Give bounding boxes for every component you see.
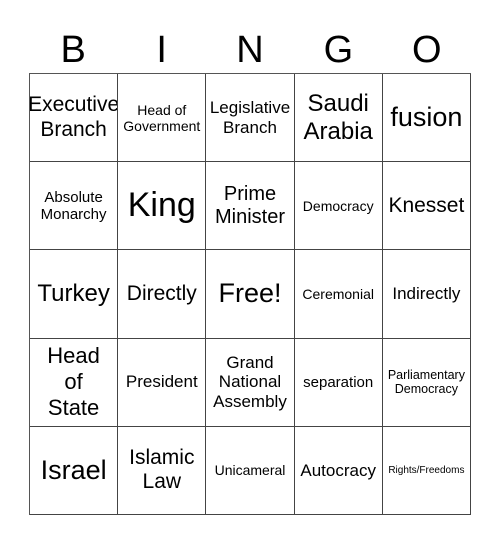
bingo-cell[interactable]: Legislative Branch [206,74,295,163]
bingo-cell[interactable]: Rights/Freedoms [382,426,471,515]
header-letter-n: N [236,29,264,71]
bingo-cell[interactable]: separation [294,338,383,427]
bingo-cell[interactable]: Head of Government [118,74,207,163]
header-letter-o: O [412,29,442,71]
bingo-cell[interactable]: President [118,338,207,427]
header-letter-b: B [60,29,86,71]
bingo-cell[interactable]: Executive Branch [30,74,119,163]
bingo-cell[interactable]: Israel [30,426,119,515]
bingo-cell[interactable]: Turkey [30,250,119,339]
bingo-cell[interactable]: Absolute Monarchy [30,162,119,251]
bingo-cell[interactable]: Parliamentary Democracy [382,338,471,427]
bingo-cell[interactable]: Prime Minister [206,162,295,251]
bingo-cell[interactable]: Autocracy [294,426,383,515]
bingo-cell[interactable]: Directly [118,250,207,339]
free-space-cell[interactable]: Free! [206,250,295,339]
bingo-header: B I N G O [29,28,471,72]
bingo-cell[interactable]: King [118,162,207,251]
header-letter-i: I [156,29,167,71]
bingo-cell[interactable]: Head of State [30,338,119,427]
bingo-cell[interactable]: Islamic Law [118,426,207,515]
bingo-cell[interactable]: Knesset [382,162,471,251]
header-letter-g: G [323,29,354,71]
bingo-board: Executive Branch Head of Government Legi… [29,73,471,515]
bingo-cell[interactable]: Democracy [294,162,383,251]
bingo-cell[interactable]: Ceremonial [294,250,383,339]
bingo-cell[interactable]: Grand National Assembly [206,338,295,427]
bingo-cell[interactable]: Unicameral [206,426,295,515]
bingo-cell[interactable]: Indirectly [382,250,471,339]
bingo-cell[interactable]: fusion [382,74,471,163]
bingo-cell[interactable]: Saudi Arabia [294,74,383,163]
